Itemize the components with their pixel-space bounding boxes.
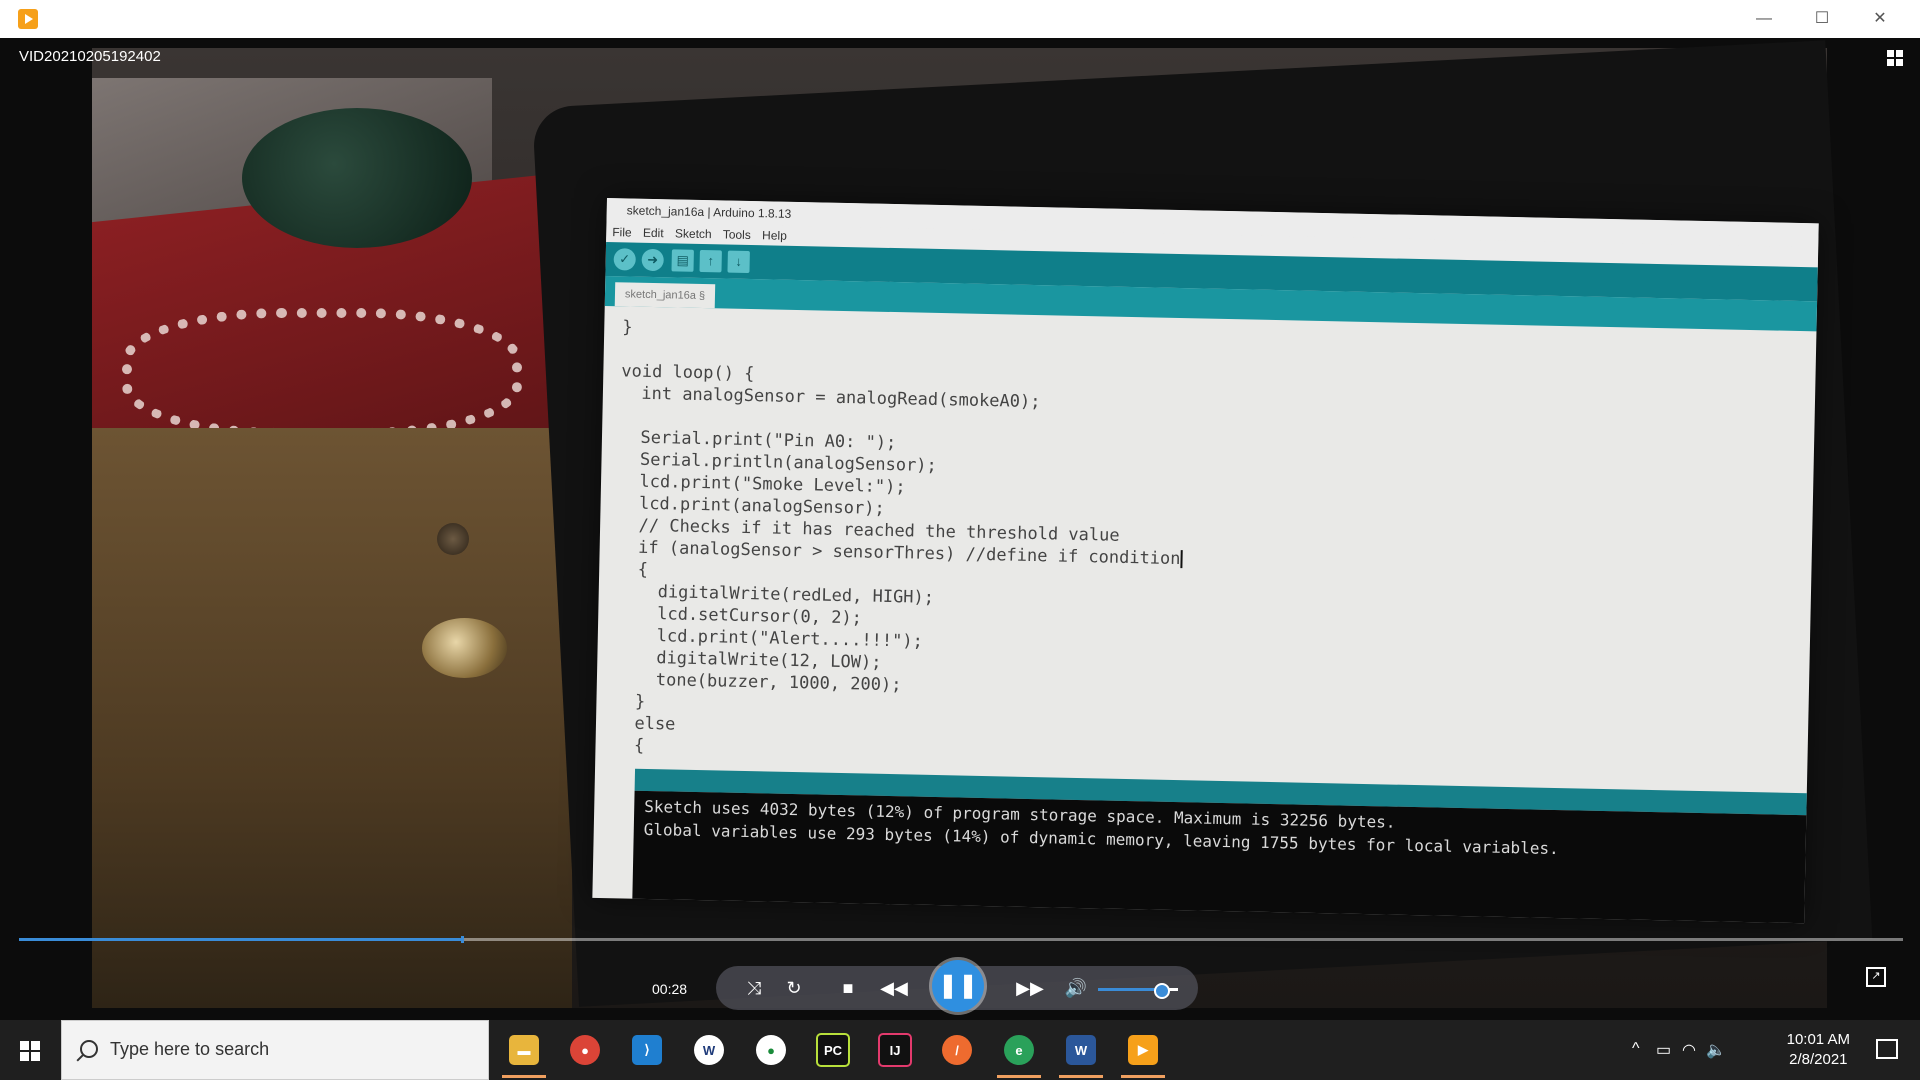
- grid-icon[interactable]: [1887, 50, 1903, 66]
- expand-icon[interactable]: ↗: [1866, 967, 1886, 987]
- volume-icon[interactable]: 🔊: [1054, 966, 1098, 1010]
- intellij-icon[interactable]: IJ: [875, 1030, 915, 1070]
- media-player-icon: [18, 9, 38, 29]
- chrome-icon[interactable]: ●: [565, 1030, 605, 1070]
- pycharm-icon[interactable]: PC: [813, 1030, 853, 1070]
- fast-forward-icon[interactable]: ▶▶: [1008, 966, 1052, 1010]
- search-box[interactable]: Type here to search: [61, 1020, 489, 1080]
- volume-level: [1098, 988, 1162, 991]
- rewind-icon[interactable]: ◀◀: [872, 966, 916, 1010]
- taskbar: Type here to search ▬ ● ⟩ W ● PC IJ / e …: [0, 1020, 1920, 1080]
- new-icon: ▤: [671, 249, 694, 272]
- minimize-button[interactable]: —: [1735, 0, 1793, 38]
- chevron-up-icon[interactable]: ^: [1632, 1040, 1640, 1058]
- app-green-icon[interactable]: ●: [751, 1030, 791, 1070]
- repeat-icon[interactable]: ↻: [772, 966, 816, 1010]
- seek-thumb[interactable]: [460, 936, 464, 943]
- search-icon: [80, 1040, 98, 1058]
- arduino-ide: sketch_jan16a | Arduino 1.8.13 File Edit…: [592, 198, 1819, 924]
- search-placeholder: Type here to search: [110, 1039, 270, 1059]
- vscode-icon[interactable]: ⟩: [627, 1030, 667, 1070]
- text-cursor: [1180, 550, 1183, 569]
- menu-file: File: [612, 225, 632, 240]
- clock[interactable]: 10:01 AM 2/8/2021: [1787, 1030, 1850, 1070]
- drawer-knob: [437, 523, 469, 555]
- media-player-taskbar-icon[interactable]: ▶: [1121, 1030, 1165, 1078]
- save-icon: ↓: [727, 250, 750, 273]
- seek-progress: [19, 938, 462, 941]
- volume-thumb[interactable]: [1154, 983, 1170, 999]
- code-editor: } void loop() { int analogSensor = analog…: [595, 306, 1816, 781]
- sketch-tab: sketch_jan16a §: [614, 282, 716, 309]
- menu-edit: Edit: [642, 225, 664, 241]
- system-tray: ^ ▭ ◠ 🔈 10:01 AM 2/8/2021: [1620, 1020, 1920, 1080]
- green-hat: [242, 108, 472, 248]
- verify-icon: ✓: [613, 248, 636, 271]
- stop-icon[interactable]: ■: [826, 966, 870, 1010]
- battery-icon[interactable]: ▭: [1656, 1040, 1671, 1060]
- clock-date: 2/8/2021: [1789, 1051, 1848, 1068]
- file-explorer-icon[interactable]: ▬: [502, 1030, 546, 1078]
- shuffle-icon[interactable]: ⤨: [732, 966, 776, 1010]
- open-icon: ↑: [699, 249, 722, 273]
- maximize-button[interactable]: ☐: [1793, 0, 1851, 38]
- seek-bar[interactable]: [19, 936, 1903, 943]
- start-button[interactable]: [0, 1020, 60, 1080]
- drawer: [92, 428, 572, 1008]
- clock-time: 10:01 AM: [1786, 1031, 1850, 1048]
- close-button[interactable]: ✕: [1851, 0, 1909, 38]
- speaker-icon[interactable]: 🔈: [1706, 1040, 1726, 1060]
- video-frame: sketch_jan16a | Arduino 1.8.13 File Edit…: [92, 40, 1873, 1008]
- drawer-handle: [422, 618, 507, 678]
- pause-icon[interactable]: ❚❚: [932, 960, 984, 1012]
- cloth-pattern: [122, 308, 522, 438]
- edge-icon[interactable]: e: [997, 1030, 1041, 1078]
- video-title: VID20210205192402: [19, 48, 161, 65]
- app-orange-icon[interactable]: /: [937, 1030, 977, 1070]
- windows-icon: [20, 1041, 40, 1061]
- video-player[interactable]: sketch_jan16a | Arduino 1.8.13 File Edit…: [0, 38, 1920, 1020]
- wifi-icon[interactable]: ◠: [1682, 1040, 1696, 1060]
- current-time: 00:28: [652, 981, 688, 997]
- app-w-icon[interactable]: W: [689, 1030, 729, 1070]
- menu-sketch: Sketch: [674, 226, 712, 242]
- window-titlebar: — ☐ ✕: [0, 0, 1920, 39]
- upload-icon: ➜: [641, 248, 664, 272]
- volume-slider[interactable]: [1098, 983, 1178, 999]
- word-icon[interactable]: W: [1059, 1030, 1103, 1078]
- notification-icon[interactable]: [1876, 1039, 1898, 1059]
- menu-help: Help: [761, 228, 787, 243]
- menu-tools: Tools: [722, 227, 751, 243]
